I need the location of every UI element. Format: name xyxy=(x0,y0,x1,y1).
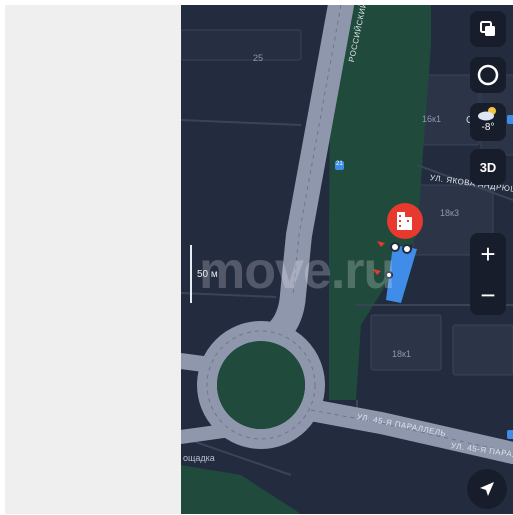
3d-label: 3D xyxy=(479,159,497,175)
building-block xyxy=(452,324,513,376)
layers-button[interactable] xyxy=(470,11,506,47)
road-shield xyxy=(507,430,513,439)
weather-cloud-sun-icon xyxy=(478,107,496,121)
zoom-control: + − xyxy=(470,233,506,315)
map-view[interactable]: move.ru 25 16к1 С 18к3 18к1 ощадка РОССИ… xyxy=(181,5,513,514)
building-marker-icon[interactable] xyxy=(387,203,423,239)
building-label: 25 xyxy=(253,53,264,63)
navigation-arrow-icon xyxy=(480,482,494,496)
roundabout-island xyxy=(217,341,305,429)
layers-icon xyxy=(480,21,495,36)
building-label: 18к1 xyxy=(392,349,411,359)
building-block xyxy=(181,29,302,61)
map-mode-button[interactable] xyxy=(470,57,506,93)
3d-button[interactable]: 3D xyxy=(470,149,506,185)
route-dot xyxy=(402,244,412,254)
screenshot-frame: move.ru 25 16к1 С 18к3 18к1 ощадка РОССИ… xyxy=(0,0,513,515)
building-block xyxy=(370,314,442,371)
building-label: 18к3 xyxy=(440,208,459,218)
locate-button[interactable] xyxy=(467,469,507,509)
road-shield-label: 21 xyxy=(336,161,343,167)
building-label: 16к1 xyxy=(422,114,441,124)
road-shield xyxy=(507,115,513,124)
temperature-label: -8° xyxy=(481,122,495,133)
side-panel xyxy=(5,5,181,514)
zoom-out-button[interactable]: − xyxy=(480,282,495,308)
circle-icon xyxy=(477,64,499,86)
watermark: move.ru xyxy=(199,242,395,300)
scale-label: 50 м xyxy=(197,269,218,280)
weather-widget[interactable]: -8° xyxy=(470,103,506,141)
area-label: ощадка xyxy=(183,453,215,463)
zoom-in-button[interactable]: + xyxy=(480,241,495,267)
